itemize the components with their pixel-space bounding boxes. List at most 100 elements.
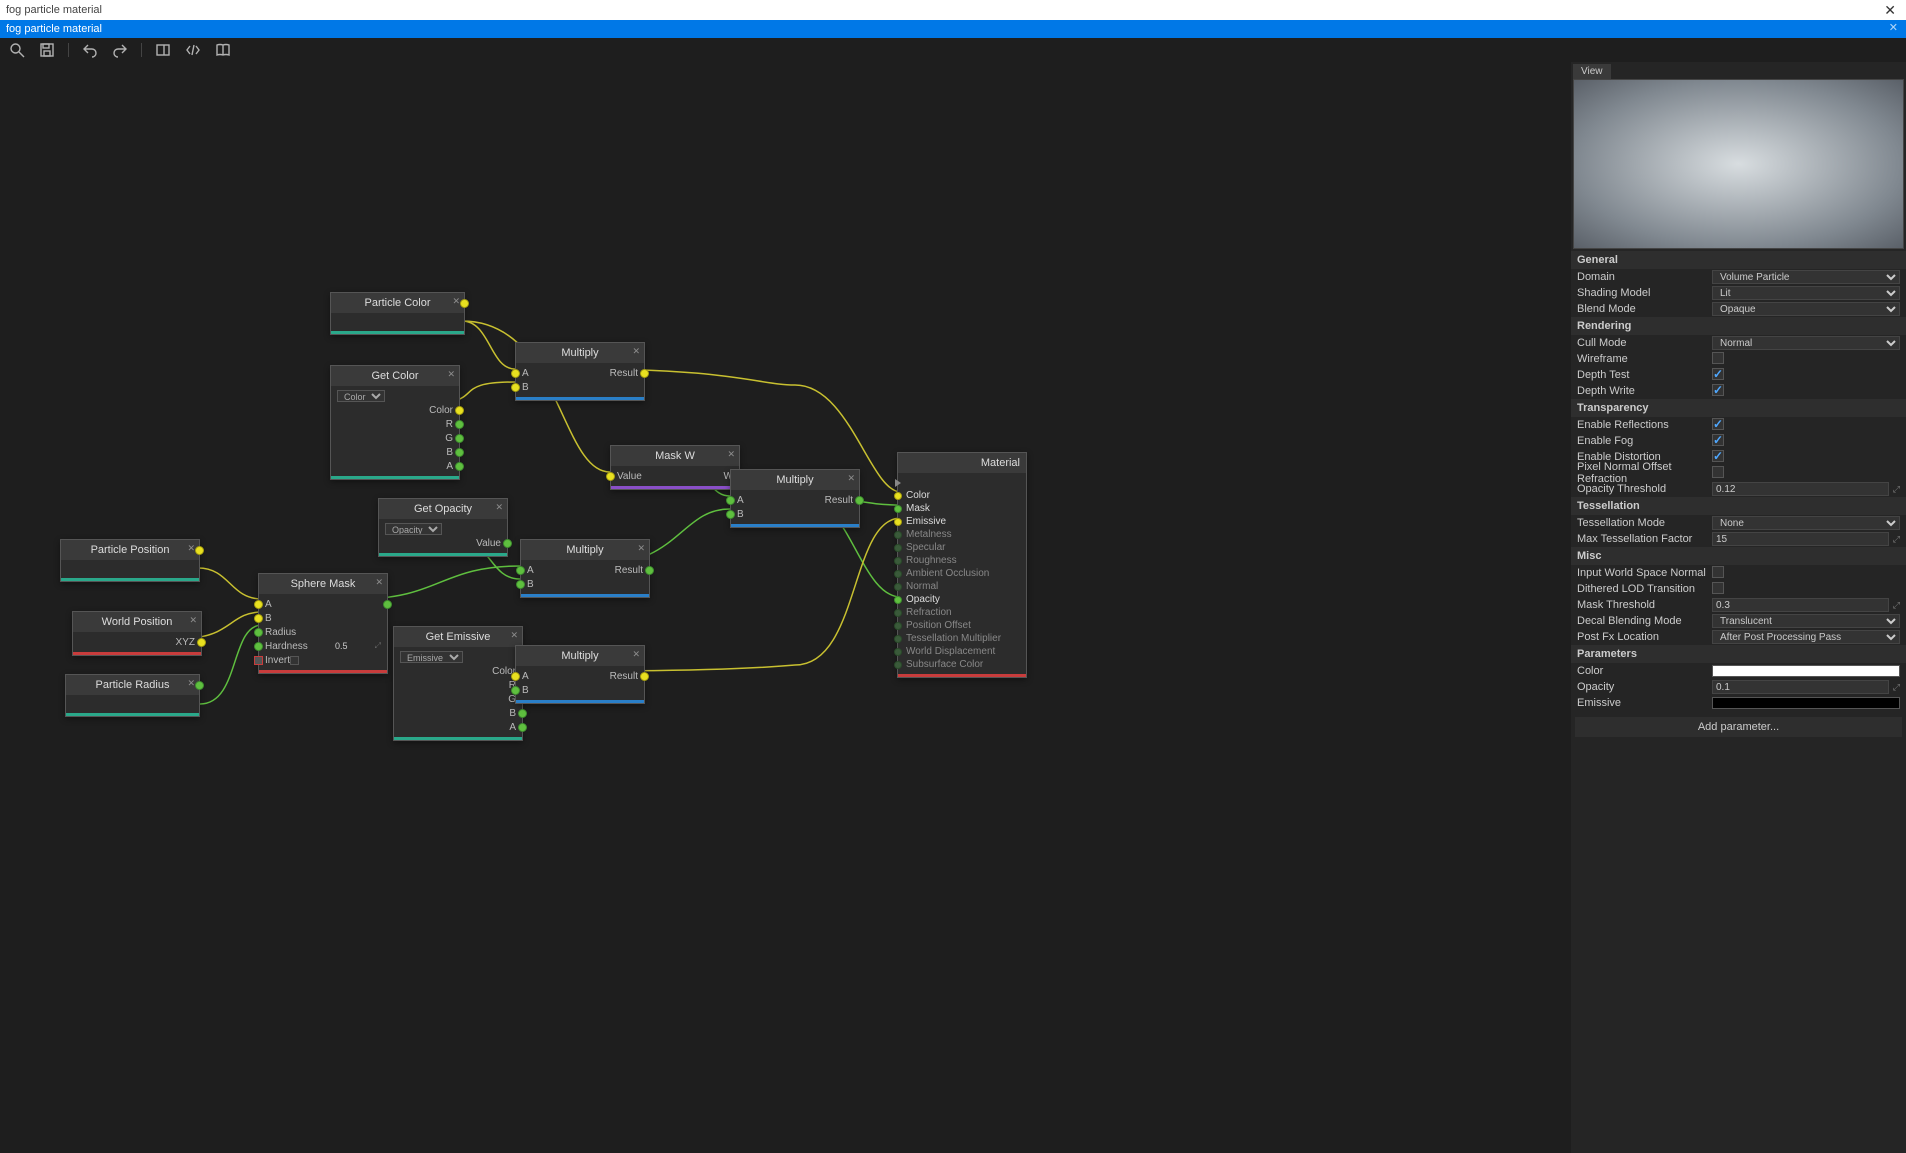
input-port[interactable] [894,583,902,591]
node-multiply-2[interactable]: Multiply✕ AResult B [520,539,650,598]
tess-max-input[interactable] [1712,532,1889,546]
redo-icon[interactable] [111,41,129,59]
output-port[interactable] [455,420,464,429]
node-particle-position[interactable]: Particle Position✕ [60,539,200,582]
input-port[interactable] [894,531,902,539]
input-port[interactable] [894,505,902,513]
close-icon[interactable]: ✕ [510,630,518,641]
save-icon[interactable] [38,41,56,59]
material-pin[interactable]: Roughness [898,554,1026,567]
node-sphere-mask[interactable]: Sphere Mask✕ A B Radius Hardness0.5⤢ Inv… [258,573,388,674]
output-port[interactable] [518,723,527,732]
input-port[interactable] [511,672,520,681]
search-icon[interactable] [8,41,26,59]
param-select[interactable]: Opacity [385,523,442,535]
opacity-threshold-input[interactable] [1712,482,1889,496]
depth-test-checkbox[interactable] [1712,368,1724,380]
preview-tab[interactable]: View [1573,64,1611,79]
material-pin[interactable]: Refraction [898,606,1026,619]
node-particle-radius[interactable]: Particle Radius✕ [65,674,200,717]
close-icon[interactable]: ✕ [187,678,195,689]
output-port[interactable] [460,299,469,308]
output-port[interactable] [195,681,204,690]
output-port[interactable] [503,539,512,548]
decal-blend-select[interactable]: Translucent [1712,614,1900,628]
reflections-checkbox[interactable] [1712,418,1724,430]
output-port[interactable] [518,709,527,718]
shading-select[interactable]: Lit [1712,286,1900,300]
invert-checkbox[interactable] [290,656,299,665]
depth-write-checkbox[interactable] [1712,384,1724,396]
material-pin[interactable]: Mask [898,502,1026,515]
cull-select[interactable]: Normal [1712,336,1900,350]
material-pin[interactable]: Position Offset [898,619,1026,632]
input-port[interactable] [894,622,902,630]
material-pin[interactable]: Metalness [898,528,1026,541]
tess-mode-select[interactable]: None [1712,516,1900,530]
dlod-checkbox[interactable] [1712,582,1724,594]
close-icon[interactable]: ✕ [495,502,503,513]
material-pin[interactable]: Opacity [898,593,1026,606]
close-icon[interactable]: ✕ [1880,2,1900,19]
tab-active[interactable]: fog particle material [6,23,102,35]
code-icon[interactable] [184,41,202,59]
input-port[interactable] [894,648,902,656]
input-port[interactable] [894,518,902,526]
input-port[interactable] [254,614,263,623]
output-port[interactable] [455,406,464,415]
material-pin[interactable]: Ambient Occlusion [898,567,1026,580]
close-icon[interactable]: ✕ [727,449,735,460]
output-port[interactable] [640,672,649,681]
input-port[interactable] [894,596,902,604]
close-icon[interactable]: ✕ [637,543,645,554]
color-swatch[interactable] [1712,665,1900,677]
blend-select[interactable]: Opaque [1712,302,1900,316]
tab-close-icon[interactable]: ✕ [1889,21,1898,34]
emissive-swatch[interactable] [1712,697,1900,709]
node-graph-canvas[interactable]: Particle Color✕ Get Color✕ Color Color R… [0,62,1571,1153]
input-port[interactable] [511,369,520,378]
output-port[interactable] [455,448,464,457]
close-icon[interactable]: ✕ [632,649,640,660]
node-multiply-1[interactable]: Multiply✕ AResult B [515,342,645,401]
output-port[interactable] [645,566,654,575]
opacity-param-input[interactable] [1712,680,1889,694]
domain-select[interactable]: Volume Particle [1712,270,1900,284]
mask-threshold-input[interactable] [1712,598,1889,612]
input-port[interactable] [894,557,902,565]
material-pin[interactable]: Emissive [898,515,1026,528]
node-particle-color[interactable]: Particle Color✕ [330,292,465,335]
close-icon[interactable]: ✕ [187,543,195,554]
param-select[interactable]: Emissive [400,651,463,663]
close-icon[interactable]: ✕ [452,296,460,307]
input-port[interactable] [894,570,902,578]
node-get-emissive[interactable]: Get Emissive✕ Emissive Color R G B A [393,626,523,741]
material-pin[interactable]: Color [898,489,1026,502]
material-preview[interactable] [1573,79,1904,249]
fog-checkbox[interactable] [1712,434,1724,446]
input-port[interactable] [726,510,735,519]
close-icon[interactable]: ✕ [189,615,197,626]
output-port[interactable] [383,600,392,609]
panel-icon[interactable] [154,41,172,59]
undo-icon[interactable] [81,41,99,59]
material-pin[interactable]: Normal [898,580,1026,593]
input-port[interactable] [726,496,735,505]
close-icon[interactable]: ✕ [375,577,383,588]
material-pin[interactable]: World Displacement [898,645,1026,658]
add-parameter-button[interactable]: Add parameter... [1575,717,1902,737]
input-port[interactable] [511,383,520,392]
wireframe-checkbox[interactable] [1712,352,1724,364]
input-port[interactable] [511,686,520,695]
material-pin[interactable]: Specular [898,541,1026,554]
node-get-color[interactable]: Get Color✕ Color Color R G B A [330,365,460,480]
node-material-output[interactable]: Material ColorMaskEmissiveMetalnessSpecu… [897,452,1027,678]
close-icon[interactable]: ✕ [632,346,640,357]
input-port[interactable] [894,609,902,617]
input-port[interactable] [516,580,525,589]
input-port[interactable] [254,656,263,665]
close-icon[interactable]: ✕ [847,473,855,484]
input-port[interactable] [516,566,525,575]
input-port[interactable] [894,544,902,552]
output-port[interactable] [455,462,464,471]
